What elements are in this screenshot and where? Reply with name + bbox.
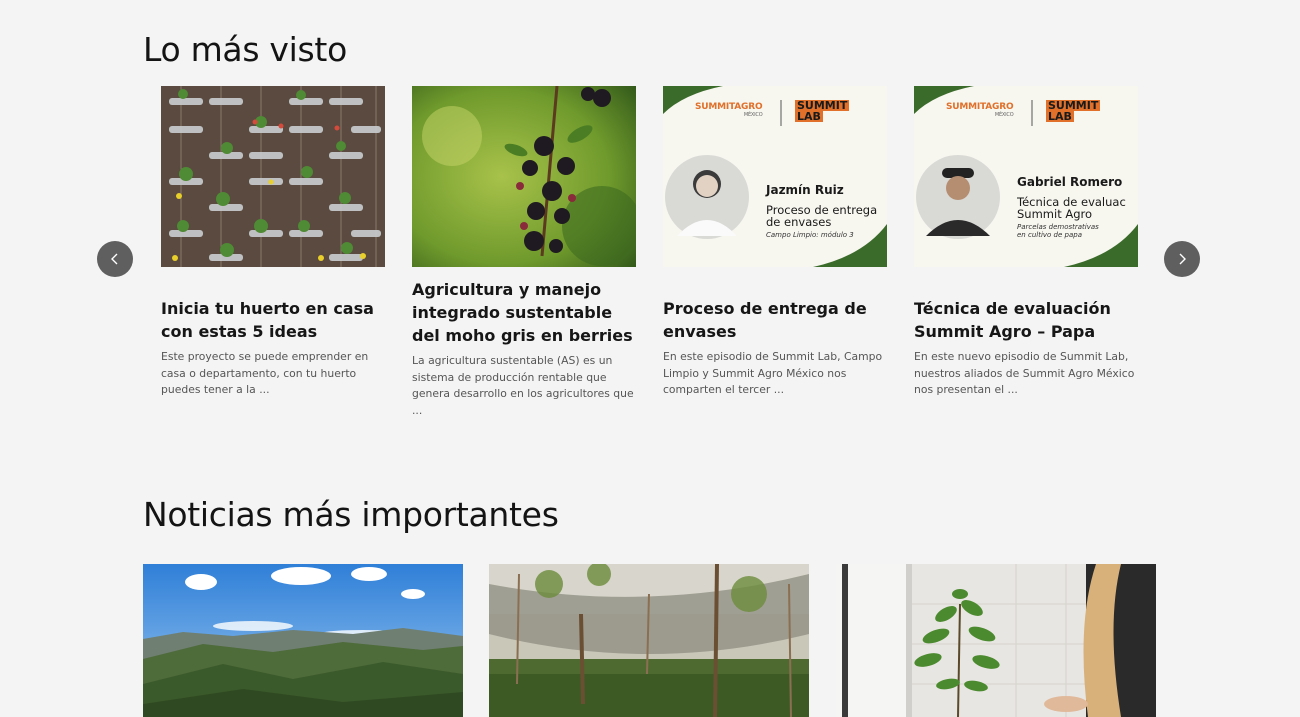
card-title[interactable]: Agricultura y manejo integrado sustentab… <box>412 278 636 347</box>
card-title[interactable]: Técnica de evaluación Summit Agro – Papa <box>914 297 1138 343</box>
card-excerpt: Este proyecto se puede emprender en casa… <box>161 350 369 396</box>
card-image-summit-lab-jazmin[interactable]: SUMMITAGRO MÉXICO SUMMIT LAB Jazmín Ruiz… <box>663 86 887 267</box>
card-image-summit-lab-gabriel[interactable]: SUMMITAGRO MÉXICO SUMMIT LAB Gabriel Rom… <box>914 86 1138 267</box>
summit-agro-logo: SUMMITAGRO MÉXICO <box>946 102 1014 118</box>
chevron-left-icon <box>111 253 118 265</box>
thumb-caption: Campo Limpio: módulo 3 <box>766 231 854 239</box>
card-title[interactable]: Inicia tu huerto en casa con estas 5 ide… <box>161 297 385 343</box>
card-image-berries[interactable] <box>412 86 636 267</box>
thumb-person-name: Jazmín Ruiz <box>766 183 844 197</box>
carousel-next-button[interactable] <box>1164 241 1200 277</box>
carousel-card[interactable]: SUMMITAGRO MÉXICO SUMMIT LAB Jazmín Ruiz… <box>663 86 887 399</box>
card-title[interactable]: Proceso de entrega de envases <box>663 297 887 343</box>
summit-lab-logo: SUMMIT LAB <box>795 99 850 123</box>
carousel-card[interactable]: Agricultura y manejo integrado sustentab… <box>412 86 636 419</box>
thumb-line-2: Summit Agro <box>1017 207 1093 221</box>
card-excerpt: En este nuevo episodio de Summit Lab, nu… <box>914 350 1135 396</box>
summit-lab-logo: SUMMIT LAB <box>1046 99 1101 123</box>
card-excerpt: La agricultura sustentable (AS) es un si… <box>412 354 634 417</box>
carousel-prev-button[interactable] <box>97 241 133 277</box>
card-image-vertical-garden[interactable] <box>161 86 385 267</box>
top-news-heading: Noticias más importantes <box>143 495 559 534</box>
news-card-image-canyon[interactable] <box>143 564 463 717</box>
carousel-card[interactable]: SUMMITAGRO MÉXICO SUMMIT LAB Gabriel Rom… <box>914 86 1138 399</box>
thumb-caption-2: en cultivo de papa <box>1017 231 1082 239</box>
most-viewed-heading: Lo más visto <box>143 30 347 69</box>
chevron-right-icon <box>1179 253 1186 265</box>
thumb-caption: Parcelas demostrativas <box>1017 223 1099 231</box>
news-card-image-nursery[interactable] <box>489 564 809 717</box>
card-excerpt: En este episodio de Summit Lab, Campo Li… <box>663 350 883 396</box>
thumb-person-name: Gabriel Romero <box>1017 175 1123 189</box>
news-card-image-plant[interactable] <box>836 564 1156 717</box>
thumb-line-2: de envases <box>766 215 832 229</box>
carousel-card[interactable]: Inicia tu huerto en casa con estas 5 ide… <box>161 86 385 399</box>
summit-agro-logo: SUMMITAGRO MÉXICO <box>695 102 763 118</box>
